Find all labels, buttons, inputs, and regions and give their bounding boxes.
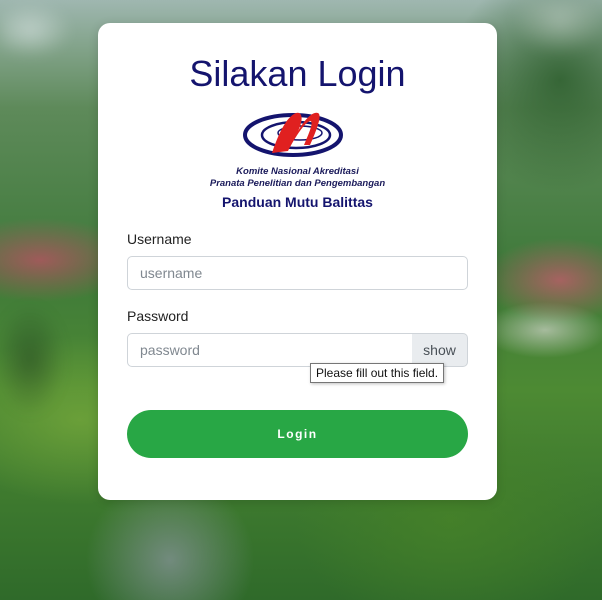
login-button[interactable]: Login (127, 410, 468, 458)
login-card: Silakan Login Komite Nasional Akreditasi… (98, 23, 497, 500)
username-input[interactable]: username (127, 256, 468, 290)
page-title: Silakan Login (189, 53, 406, 94)
logo-caption-line1: Komite Nasional Akreditasi (236, 166, 359, 177)
validation-tooltip: Please fill out this field. (310, 363, 445, 383)
username-label: Username (127, 231, 192, 247)
app-subtitle: Panduan Mutu Balittas (222, 194, 373, 210)
show-password-button[interactable]: show (412, 333, 468, 367)
password-input[interactable]: password (127, 333, 413, 367)
logo-caption-line2: Pranata Penelitian dan Pengembangan (209, 178, 386, 189)
kna-logo-icon (238, 105, 358, 165)
password-label: Password (127, 308, 189, 324)
